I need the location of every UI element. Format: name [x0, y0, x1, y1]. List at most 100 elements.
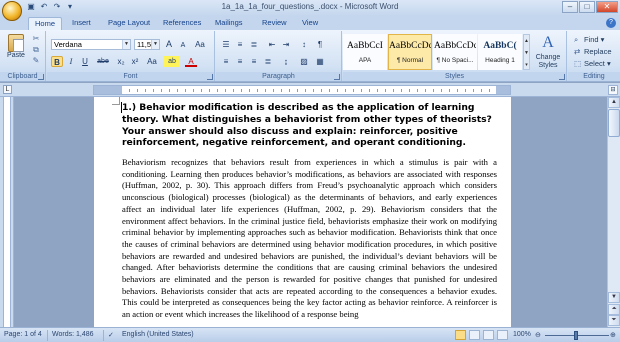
increase-indent-icon[interactable]: ⇥ [280, 39, 292, 50]
minimize-button[interactable]: – [562, 1, 578, 13]
maximize-button[interactable]: □ [579, 1, 595, 13]
font-color-button[interactable]: A [185, 56, 197, 67]
text-effects-icon[interactable]: Aa [145, 56, 159, 67]
align-center-icon[interactable]: ≡ [234, 56, 246, 67]
line-spacing-icon[interactable]: ↨ [280, 56, 292, 67]
style-sample: AaBbCcDc [434, 41, 476, 51]
shading-icon[interactable]: ▨ [298, 56, 310, 67]
grow-font-button[interactable]: A [163, 39, 175, 50]
show-formatting-icon[interactable]: ¶ [314, 39, 326, 50]
tab-selector-icon[interactable]: L [3, 85, 12, 94]
paragraph-launcher-icon[interactable] [334, 74, 340, 80]
font-launcher-icon[interactable] [207, 74, 213, 80]
body-paragraph[interactable]: Behaviorism recognizes that behaviors re… [122, 157, 497, 321]
full-screen-reading-view-icon[interactable] [469, 330, 480, 340]
zoom-slider-thumb[interactable] [574, 331, 578, 340]
style-no-spacing[interactable]: AaBbCcDc ¶ No Spaci... [433, 34, 477, 70]
bold-button[interactable]: B [51, 56, 63, 67]
style-normal[interactable]: AaBbCcDc ¶ Normal [388, 34, 432, 70]
tab-insert[interactable]: Insert [66, 17, 97, 30]
cut-icon[interactable]: ✂ [31, 34, 41, 43]
clipboard-icon [8, 34, 24, 52]
view-ruler-icon[interactable]: ⊟ [608, 85, 618, 95]
justify-icon[interactable]: ≣ [262, 56, 274, 67]
print-layout-view-icon[interactable] [455, 330, 466, 340]
redo-icon[interactable]: ↷ [52, 2, 62, 12]
style-sample: AaBbC( [483, 41, 517, 51]
vertical-scrollbar[interactable]: ▲ ▼ ⏶ ⏷ [607, 97, 620, 327]
scroll-down-icon[interactable]: ▼ [608, 292, 620, 303]
italic-button[interactable]: I [65, 56, 77, 67]
office-button[interactable] [2, 1, 22, 21]
clear-formatting-button[interactable]: Aa [192, 39, 208, 50]
document-page[interactable]: 1.) Behavior modification is described a… [94, 97, 511, 327]
decrease-indent-icon[interactable]: ⇤ [266, 39, 278, 50]
borders-icon[interactable]: ▦ [314, 56, 326, 67]
style-name: Heading 1 [485, 57, 515, 64]
copy-icon[interactable]: ⧉ [31, 45, 41, 54]
next-page-icon[interactable]: ⏷ [608, 315, 620, 326]
font-name-combo[interactable]: Verdana ▼ [51, 39, 131, 50]
close-button[interactable]: ✕ [596, 1, 618, 13]
tab-home[interactable]: Home [28, 17, 63, 30]
underline-button[interactable]: U [79, 56, 91, 67]
left-margin [94, 86, 122, 94]
word-count[interactable]: Words: 1,486 [52, 331, 94, 338]
tab-view[interactable]: View [296, 17, 324, 30]
format-painter-icon[interactable]: ✎ [31, 56, 41, 65]
chevron-down-icon[interactable]: ▼ [151, 40, 159, 49]
styles-scroll-icon[interactable]: ▲ ▼ ▾ [523, 34, 530, 70]
replace-button[interactable]: ⇄ Replace [574, 46, 612, 57]
document-area[interactable]: 1.) Behavior modification is described a… [14, 97, 607, 327]
strikethrough-button[interactable]: abe [95, 56, 111, 67]
zoom-in-icon[interactable]: ⊕ [610, 331, 616, 339]
zoom-out-icon[interactable]: ⊖ [535, 331, 541, 339]
language-status[interactable]: English (United States) [122, 331, 194, 338]
zoom-level[interactable]: 100% [513, 331, 531, 338]
web-layout-view-icon[interactable] [483, 330, 494, 340]
outline-view-icon[interactable] [497, 330, 508, 340]
style-apa[interactable]: AaBbCcI APA [343, 34, 387, 70]
tab-review[interactable]: Review [256, 17, 293, 30]
multilevel-list-icon[interactable]: ≣ [248, 39, 260, 50]
page-count[interactable]: Page: 1 of 4 [4, 331, 42, 338]
select-button[interactable]: ⬚ Select ▾ [574, 58, 611, 69]
paste-button[interactable]: Paste [3, 33, 29, 69]
tab-references[interactable]: References [157, 17, 207, 30]
question-heading[interactable]: 1.) Behavior modification is described a… [122, 102, 502, 149]
tab-page-layout[interactable]: Page Layout [102, 17, 156, 30]
align-right-icon[interactable]: ≡ [248, 56, 260, 67]
scroll-thumb[interactable] [608, 109, 620, 137]
chevron-down-icon[interactable]: ▼ [122, 40, 130, 49]
horizontal-ruler[interactable] [93, 85, 511, 95]
scroll-up-icon[interactable]: ▲ [608, 97, 620, 108]
help-icon[interactable]: ? [606, 18, 616, 28]
shrink-font-button[interactable]: A [177, 40, 189, 51]
find-button[interactable]: ⌕ Find ▾ [574, 34, 604, 45]
style-name: APA [358, 57, 372, 64]
highlight-button[interactable]: ab [164, 56, 180, 67]
undo-icon[interactable]: ↶ [39, 2, 49, 12]
customize-qat-icon[interactable]: ▾ [65, 2, 75, 12]
horizontal-ruler-bar: L ⊟ [0, 83, 620, 97]
styles-group: AaBbCcI APA AaBbCcDc ¶ Normal AaBbCcDc ¶… [343, 31, 567, 81]
style-heading-1[interactable]: AaBbC( Heading 1 [478, 34, 522, 70]
subscript-button[interactable]: x₂ [115, 56, 127, 67]
previous-page-icon[interactable]: ⏶ [608, 304, 620, 315]
change-styles-button[interactable]: A Change Styles [533, 33, 563, 77]
proofing-icon[interactable]: ✓ [108, 331, 114, 339]
vertical-ruler[interactable] [3, 97, 11, 327]
style-name: ¶ No Spaci... [436, 57, 474, 64]
sort-icon[interactable]: ↕ [298, 39, 310, 50]
clipboard-launcher-icon[interactable] [38, 74, 44, 80]
zoom-slider[interactable] [545, 331, 609, 340]
styles-launcher-icon[interactable] [559, 74, 565, 80]
tab-mailings[interactable]: Mailings [209, 17, 249, 30]
superscript-button[interactable]: x² [129, 56, 141, 67]
font-size-combo[interactable]: 11,5 ▼ [134, 39, 160, 50]
ruler-ticks [122, 86, 496, 94]
save-icon[interactable]: ▣ [26, 2, 36, 12]
bullets-icon[interactable]: ☰ [220, 39, 232, 50]
align-left-icon[interactable]: ≡ [220, 56, 232, 67]
numbering-icon[interactable]: ≡ [234, 39, 246, 50]
